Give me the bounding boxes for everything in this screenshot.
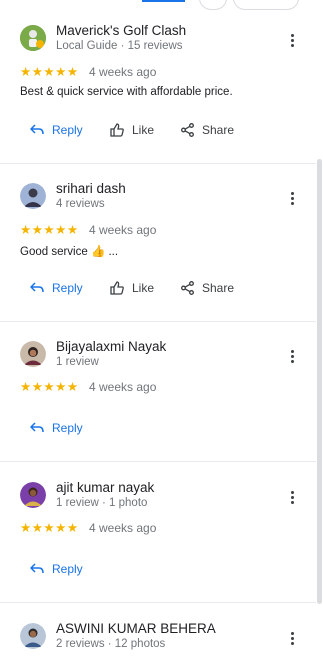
- review-date: 4 weeks ago: [89, 65, 157, 79]
- thumbs-up-icon: [110, 281, 124, 295]
- scrollbar-thumb[interactable]: [317, 159, 322, 604]
- reviewer-name[interactable]: ajit kumar nayak: [56, 480, 154, 495]
- thumbs-up-icon: [110, 123, 124, 137]
- share-label: Share: [202, 281, 235, 295]
- reviewer-meta: Local Guide · 15 reviews: [56, 40, 183, 52]
- share-button[interactable]: Share: [181, 281, 234, 295]
- reviewer-meta: 1 review: [56, 356, 99, 368]
- person-avatar-image: [20, 623, 46, 649]
- star-rating: ★★★★★: [20, 223, 79, 237]
- review-date: 4 weeks ago: [89, 521, 157, 535]
- reply-label: Reply: [52, 421, 83, 435]
- avatar[interactable]: [20, 482, 46, 508]
- reply-label: Reply: [52, 562, 83, 576]
- reply-icon: [30, 422, 44, 433]
- reply-button[interactable]: Reply: [30, 123, 83, 137]
- reviewer-name[interactable]: Maverick's Golf Clash: [56, 23, 186, 38]
- reply-icon: [30, 282, 44, 293]
- person-avatar-image: [20, 482, 46, 508]
- review-date: 4 weeks ago: [89, 223, 157, 237]
- reviewer-meta: 2 reviews · 12 photos: [56, 638, 166, 650]
- share-label: Share: [202, 123, 235, 137]
- avatar[interactable]: [20, 183, 46, 209]
- more-options-icon[interactable]: [286, 348, 298, 364]
- review-text: Best & quick service with affordable pri…: [20, 86, 233, 98]
- share-button[interactable]: Share: [181, 123, 234, 137]
- like-label: Like: [132, 281, 155, 295]
- review-card: Bijayalaxmi Nayak 1 review ★★★★★ 4 weeks…: [0, 322, 316, 462]
- scrollbar[interactable]: [316, 0, 323, 663]
- reviewer-name[interactable]: Bijayalaxmi Nayak: [56, 339, 166, 354]
- person-avatar-image: [20, 183, 46, 209]
- avatar[interactable]: [20, 25, 46, 51]
- reviewer-name[interactable]: ASWINI KUMAR BEHERA: [56, 621, 216, 636]
- like-button[interactable]: Like: [110, 123, 154, 137]
- reply-button[interactable]: Reply: [30, 421, 83, 435]
- more-options-icon[interactable]: [286, 32, 298, 48]
- share-icon: [181, 281, 194, 295]
- like-label: Like: [132, 123, 155, 137]
- reply-button[interactable]: Reply: [30, 281, 83, 295]
- star-rating: ★★★★★: [20, 380, 79, 394]
- reviewer-meta: 4 reviews: [56, 198, 105, 210]
- more-options-icon[interactable]: [286, 489, 298, 505]
- review-card: Maverick's Golf Clash Local Guide · 15 r…: [0, 0, 316, 164]
- review-card: ajit kumar nayak 1 review · 1 photo ★★★★…: [0, 462, 316, 603]
- reply-icon: [30, 124, 44, 135]
- more-options-icon[interactable]: [286, 190, 298, 206]
- review-text: Good service 👍 ...: [20, 246, 119, 258]
- person-avatar-image: [20, 341, 46, 367]
- like-button[interactable]: Like: [110, 281, 154, 295]
- review-date: 4 weeks ago: [89, 380, 157, 394]
- reviewer-name[interactable]: srihari dash: [56, 181, 126, 196]
- golf-avatar-image: [20, 25, 46, 51]
- reply-icon: [30, 563, 44, 574]
- review-card: ASWINI KUMAR BEHERA 2 reviews · 12 photo…: [0, 603, 316, 663]
- avatar[interactable]: [20, 623, 46, 649]
- more-options-icon[interactable]: [286, 630, 298, 646]
- reply-label: Reply: [52, 281, 83, 295]
- reviewer-meta: 1 review · 1 photo: [56, 497, 148, 509]
- star-rating: ★★★★★: [20, 521, 79, 535]
- avatar[interactable]: [20, 341, 46, 367]
- reply-button[interactable]: Reply: [30, 562, 83, 576]
- share-icon: [181, 123, 194, 137]
- reply-label: Reply: [52, 123, 83, 137]
- review-card: srihari dash 4 reviews ★★★★★ 4 weeks ago…: [0, 164, 316, 322]
- star-rating: ★★★★★: [20, 65, 79, 79]
